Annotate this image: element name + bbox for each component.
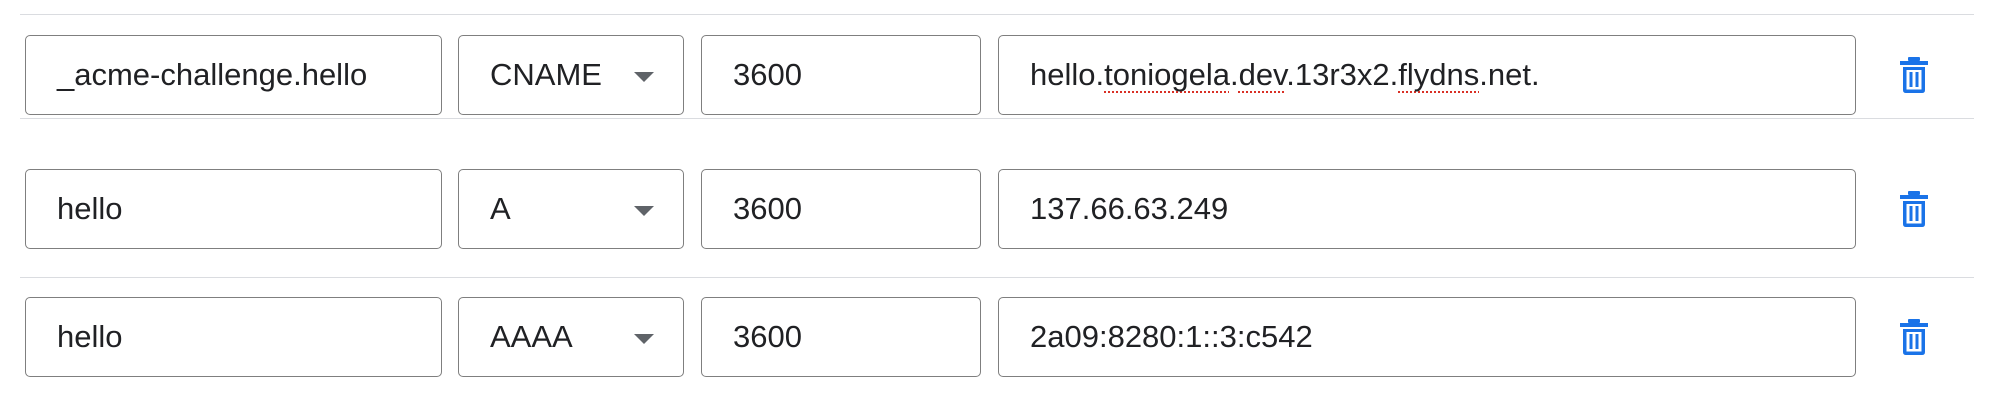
data-segment-spellcheck: dev bbox=[1238, 57, 1287, 92]
data-segment-spellcheck: flydns bbox=[1398, 57, 1480, 92]
record-type-select[interactable]: AAAA bbox=[458, 297, 684, 377]
data-segment: hello. bbox=[1030, 57, 1105, 92]
record-type-select[interactable]: A bbox=[458, 169, 684, 249]
record-data-value: 137.66.63.249 bbox=[1030, 191, 1229, 226]
trash-icon bbox=[1900, 319, 1928, 355]
row-divider bbox=[20, 277, 1974, 278]
dns-record-row: hello AAAA 3600 2a09:8280:1::3:c542 bbox=[0, 297, 1994, 381]
dns-record-row: hello A 3600 137.66.63.249 bbox=[0, 169, 1994, 253]
host-name-input[interactable]: _acme-challenge.hello bbox=[25, 35, 442, 115]
record-data-value: 2a09:8280:1::3:c542 bbox=[1030, 319, 1313, 354]
record-type-value: AAAA bbox=[490, 319, 573, 354]
delete-record-button[interactable] bbox=[1890, 51, 1938, 99]
row-divider bbox=[20, 118, 1974, 119]
ttl-value: 3600 bbox=[733, 319, 802, 354]
data-segment: . bbox=[1229, 57, 1239, 92]
dns-records-list: _acme-challenge.hello CNAME 3600 hello.t… bbox=[0, 0, 1994, 400]
ttl-input[interactable]: 3600 bbox=[701, 35, 981, 115]
row-divider bbox=[20, 14, 1974, 15]
delete-record-button[interactable] bbox=[1890, 313, 1938, 361]
dropdown-arrow-icon bbox=[634, 206, 654, 216]
trash-icon bbox=[1900, 191, 1928, 227]
record-data-input[interactable]: 2a09:8280:1::3:c542 bbox=[998, 297, 1856, 377]
host-name-input[interactable]: hello bbox=[25, 297, 442, 377]
ttl-value: 3600 bbox=[733, 191, 802, 226]
host-name-value: _acme-challenge.hello bbox=[57, 57, 368, 92]
delete-record-button[interactable] bbox=[1890, 185, 1938, 233]
record-type-value: A bbox=[490, 191, 511, 226]
trash-icon bbox=[1900, 57, 1928, 93]
ttl-input[interactable]: 3600 bbox=[701, 169, 981, 249]
host-name-input[interactable]: hello bbox=[25, 169, 442, 249]
host-name-value: hello bbox=[57, 191, 123, 226]
dropdown-arrow-icon bbox=[634, 72, 654, 82]
data-segment: .net. bbox=[1479, 57, 1540, 92]
ttl-input[interactable]: 3600 bbox=[701, 297, 981, 377]
record-type-value: CNAME bbox=[490, 57, 602, 92]
record-data-input[interactable]: hello.toniogela.dev.13r3x2.flydns.net. bbox=[998, 35, 1856, 115]
dropdown-arrow-icon bbox=[634, 334, 654, 344]
record-type-select[interactable]: CNAME bbox=[458, 35, 684, 115]
host-name-value: hello bbox=[57, 319, 123, 354]
record-data-value: hello.toniogela.dev.13r3x2.flydns.net. bbox=[1030, 57, 1540, 93]
dns-record-row: _acme-challenge.hello CNAME 3600 hello.t… bbox=[0, 35, 1994, 119]
record-data-input[interactable]: 137.66.63.249 bbox=[998, 169, 1856, 249]
ttl-value: 3600 bbox=[733, 57, 802, 92]
data-segment: .13r3x2. bbox=[1286, 57, 1399, 92]
data-segment-spellcheck: toniogela bbox=[1104, 57, 1230, 92]
